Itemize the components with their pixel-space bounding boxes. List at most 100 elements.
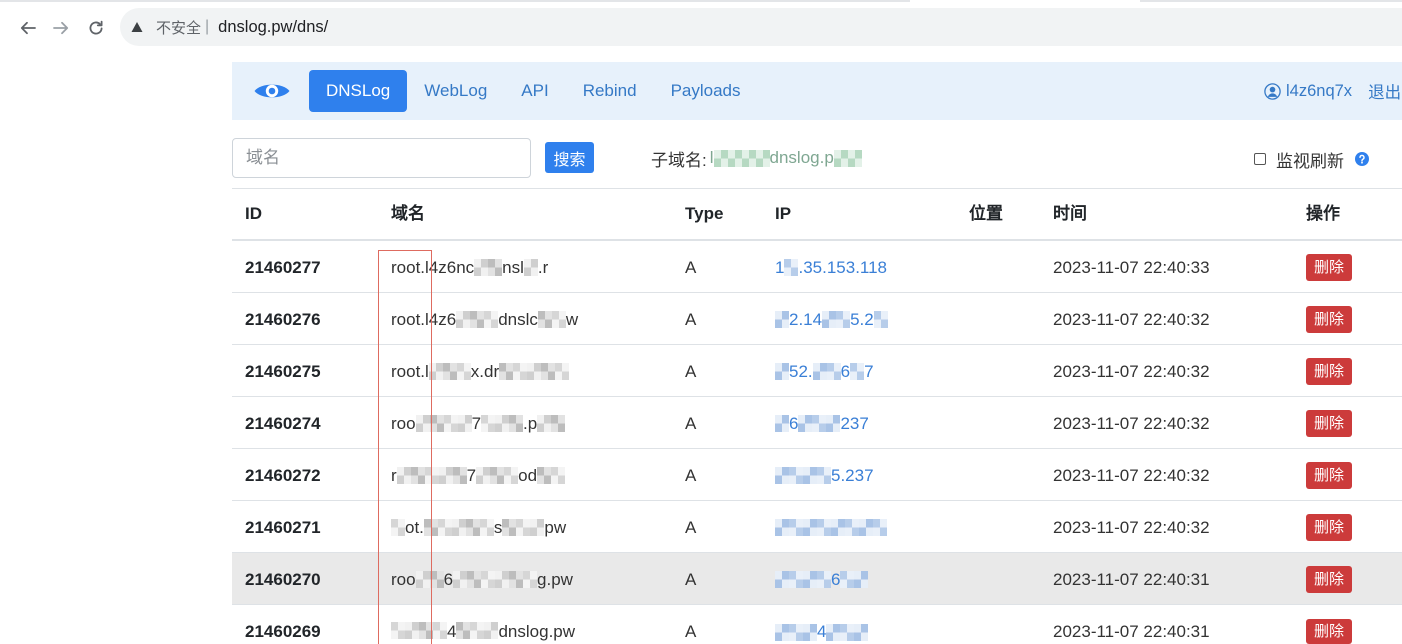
record-type: A [685, 465, 697, 485]
text-fragment: x.dr [470, 361, 500, 381]
table-row: 21460276 root.l4z6 dnslc w A 2.14 5.2 2023-11-0… [232, 293, 1402, 345]
tab-strip [0, 0, 1402, 2]
redacted-mosaic [428, 363, 443, 380]
redacted-mosaic [523, 259, 538, 276]
monitor-refresh-toggle[interactable]: 监视刷新 [1254, 147, 1369, 172]
ip-cell: 6 237 [762, 414, 956, 434]
monitor-refresh-label[interactable]: 监视刷新 [1276, 147, 1344, 172]
redacted-mosaic [803, 571, 817, 588]
search-button[interactable]: 搜索 [545, 142, 594, 173]
domain-cell: roo 6 g.pw [378, 570, 672, 590]
action-cell: 删除 [1293, 462, 1402, 489]
delete-button[interactable]: 删除 [1306, 358, 1353, 385]
delete-button[interactable]: 删除 [1306, 306, 1353, 333]
text-fragment: 6 [789, 413, 799, 433]
redacted-mosaic [484, 311, 499, 328]
redacted-mosaic [479, 519, 494, 536]
active-tab[interactable] [910, 0, 1140, 2]
column-header-domain[interactable]: 域名 [378, 204, 672, 224]
redacted-mosaic [854, 623, 869, 641]
question-circle-icon[interactable] [1355, 152, 1369, 166]
redacted-mosaic [433, 622, 447, 639]
column-header-type[interactable]: Type [672, 204, 762, 224]
top-navbar: DNSLog WebLog API Rebind Payloads l4z6nq… [232, 62, 1402, 120]
redacted-mosaic [396, 467, 411, 484]
redacted-mosaic [391, 622, 405, 639]
redacted-mosaic [817, 519, 831, 536]
redacted-mosaic [775, 519, 789, 536]
nav-item-weblog[interactable]: WebLog [407, 70, 504, 112]
text-fragment: roo [391, 413, 416, 433]
redacted-mosaic [423, 519, 438, 536]
redacted-mosaic [470, 311, 485, 328]
delete-button[interactable]: 删除 [1306, 619, 1353, 644]
ip-link[interactable]: 4 [775, 622, 869, 642]
monitor-refresh-checkbox[interactable] [1254, 153, 1266, 165]
address-bar[interactable]: 不安全 | dnslog.pw/dns/ [120, 8, 1402, 46]
logout-link[interactable]: 退出 [1368, 79, 1401, 103]
column-header-ip[interactable]: IP [762, 204, 956, 224]
text-fragment: od [518, 465, 538, 485]
record-id: 21460275 [245, 361, 321, 381]
table-row: 21460274 roo 7 .p A 6 237 2023-11-07 22:40:32 删除 [232, 397, 1402, 449]
text-fragment: 4 [447, 622, 457, 641]
redacted-mosaic [495, 415, 510, 432]
delete-button[interactable]: 删除 [1306, 254, 1353, 281]
delete-button[interactable]: 删除 [1306, 462, 1353, 489]
subdomain-value[interactable]: l dnslog.p [710, 148, 862, 168]
nav-item-dnslog[interactable]: DNSLog [309, 70, 408, 112]
redacted-mosaic [854, 571, 869, 588]
redacted-mosaic [789, 571, 803, 588]
redacted-mosaic [873, 519, 887, 536]
delete-button[interactable]: 删除 [1306, 514, 1353, 541]
text-fragment: dnslog.p [769, 148, 834, 167]
ip-link[interactable]: 52. 6 7 [775, 362, 874, 382]
redacted-mosaic [840, 623, 855, 641]
reload-button[interactable] [85, 17, 107, 39]
redacted-mosaic [523, 571, 538, 588]
warning-triangle-icon[interactable] [131, 21, 143, 33]
action-cell: 删除 [1293, 358, 1402, 385]
username-link[interactable]: l4z6nq7x [1286, 82, 1352, 101]
redacted-mosaic [840, 571, 855, 588]
nav-item-payloads[interactable]: Payloads [654, 70, 758, 112]
user-circle-icon[interactable] [1264, 82, 1281, 100]
delete-button[interactable]: 删除 [1306, 566, 1353, 593]
ip-cell: 6 [762, 570, 956, 590]
nav-item-api[interactable]: API [504, 70, 565, 112]
domain-search-input[interactable] [232, 138, 531, 178]
subdomain-display: 子域名: l dnslog.p [651, 147, 862, 170]
record-type: A [685, 517, 697, 537]
text-fragment: root.l4z6 [391, 309, 457, 329]
ip-link[interactable]: 1 .35.153.118 [775, 258, 887, 278]
text-fragment: dnslog.pw [498, 622, 576, 641]
security-status-label[interactable]: 不安全 [156, 17, 201, 38]
action-cell: 删除 [1293, 306, 1402, 333]
location-cell [956, 605, 1040, 644]
redacted-mosaic [803, 623, 817, 641]
record-type: A [685, 309, 697, 329]
text-fragment: 6 [831, 569, 841, 589]
ip-link[interactable]: 5.237 [775, 466, 874, 486]
column-header-time[interactable]: 时间 [1040, 204, 1293, 224]
domain-cell: root.l4z6nc nsl .r [378, 258, 672, 278]
url-text[interactable]: dnslog.pw/dns/ [218, 18, 328, 37]
eye-icon[interactable] [253, 80, 291, 102]
delete-button[interactable]: 删除 [1306, 410, 1353, 437]
ip-link[interactable] [775, 519, 887, 536]
back-button[interactable] [17, 17, 39, 39]
ip-link[interactable]: 2.14 5.2 [775, 310, 888, 330]
column-header-location[interactable]: 位置 [956, 204, 1040, 224]
ip-link[interactable]: 6 237 [775, 414, 869, 434]
nav-item-rebind[interactable]: Rebind [566, 70, 654, 112]
redacted-mosaic [456, 622, 471, 639]
domain-cell: ot. s pw [378, 518, 672, 538]
redacted-mosaic [391, 519, 405, 536]
redacted-mosaic [410, 467, 425, 484]
redacted-mosaic [713, 149, 728, 167]
forward-button[interactable] [50, 17, 72, 39]
ip-link[interactable]: 6 [775, 569, 869, 590]
table-row: 21460269 4 dnslog.pw A 4 2023-11-07 22:40:31 删… [232, 605, 1402, 644]
text-fragment: 6 [840, 361, 851, 381]
column-header-id[interactable]: ID [232, 204, 378, 224]
